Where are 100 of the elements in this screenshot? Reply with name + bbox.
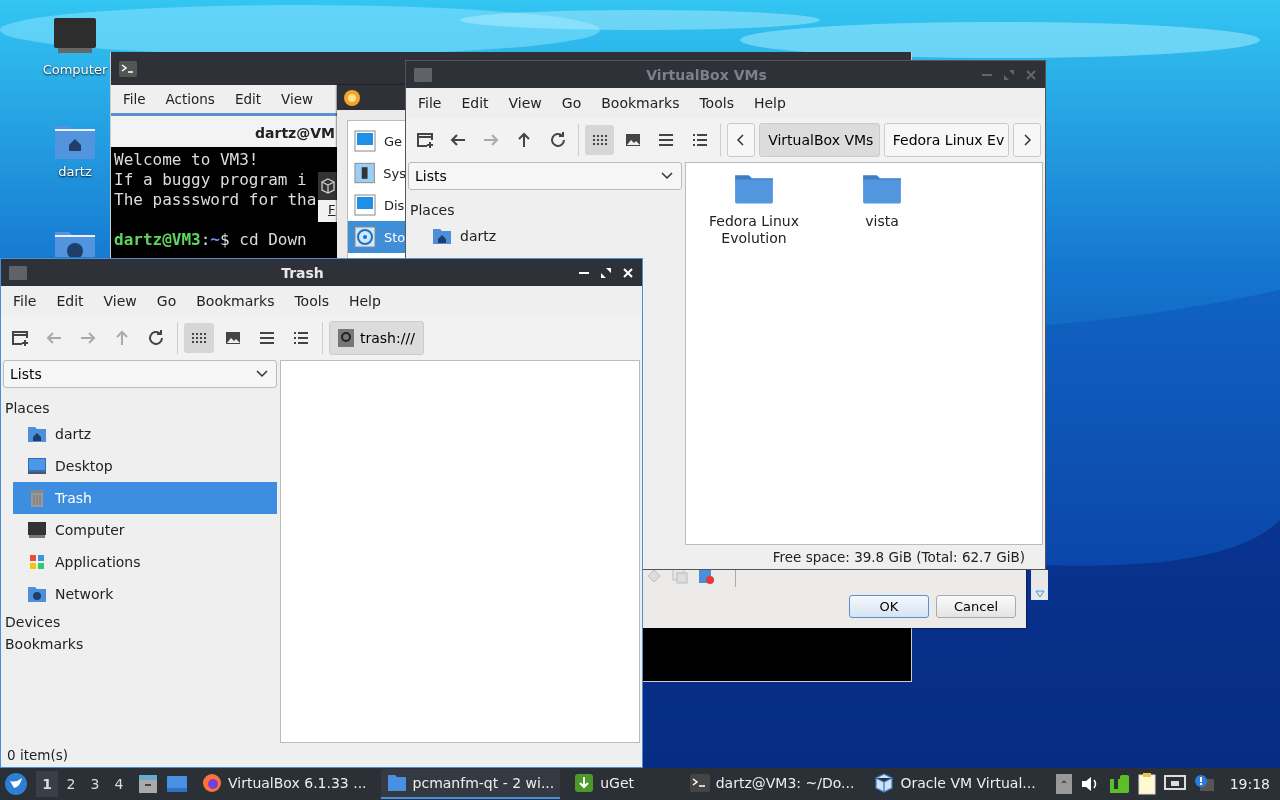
chevron-down-icon xyxy=(256,370,268,378)
image-icon xyxy=(625,133,642,147)
home-folder-icon xyxy=(27,424,47,444)
place-item[interactable]: Applications xyxy=(13,546,277,578)
section-heading[interactable]: Bookmarks xyxy=(3,632,277,654)
chip-icon xyxy=(354,162,376,184)
clipboard-icon[interactable] xyxy=(1137,773,1156,795)
menu-item[interactable]: View xyxy=(93,293,147,309)
new-tab-icon xyxy=(11,329,29,347)
menu-item[interactable]: Bookmarks xyxy=(186,293,285,309)
menu-item[interactable]: View xyxy=(271,91,324,107)
folder-name[interactable]: vista xyxy=(865,212,899,230)
menu-item[interactable]: Bookmarks xyxy=(591,95,690,111)
menu-item[interactable]: Go xyxy=(146,293,187,309)
menu-item[interactable]: File xyxy=(3,293,47,309)
dialog-button[interactable]: Cancel xyxy=(936,595,1016,618)
side-pane-dropdown[interactable]: Lists xyxy=(408,162,682,190)
menu-item[interactable]: Actions xyxy=(155,91,225,107)
computer-icon xyxy=(27,520,47,540)
menu-item[interactable]: F xyxy=(328,202,336,217)
folder-icon xyxy=(386,774,407,792)
menu-item[interactable]: Edit xyxy=(46,293,94,309)
monitor-icon xyxy=(354,130,376,152)
folder-name[interactable]: Fedora Linux Evolution xyxy=(700,212,808,247)
workspace-button[interactable]: 1 xyxy=(36,771,58,797)
scrollbar[interactable] xyxy=(1031,570,1048,600)
menu-item[interactable]: Edit xyxy=(224,91,272,107)
clock[interactable]: 19:18 xyxy=(1221,776,1276,792)
workspace-button[interactable]: 4 xyxy=(108,771,130,797)
removable-drive-icon[interactable] xyxy=(1055,774,1072,794)
terminal-line: Welcome to VM3! xyxy=(114,150,259,170)
path-button[interactable]: Fedora Linux Ev xyxy=(883,123,1009,157)
section-heading: Places xyxy=(409,201,456,220)
menu-item[interactable]: View xyxy=(498,95,552,111)
place-item[interactable]: dartz xyxy=(13,418,277,450)
menu-item[interactable]: Tools xyxy=(284,293,339,309)
window-title: VirtualBox VMs xyxy=(646,66,767,83)
bulleted-list-icon xyxy=(293,331,309,345)
taskbar-button[interactable]: uGet xyxy=(568,769,641,799)
workspace-button[interactable]: 2 xyxy=(60,771,82,797)
icon-view-button[interactable] xyxy=(184,323,214,353)
desktop-icon xyxy=(27,456,47,476)
terminal-line: If a buggy program i xyxy=(114,170,307,190)
section-heading: Places xyxy=(4,399,51,418)
network-icon[interactable] xyxy=(1163,775,1186,793)
maximize-icon[interactable] xyxy=(600,266,612,279)
network-folder-icon[interactable] xyxy=(54,230,96,257)
place-item[interactable]: Computer xyxy=(13,514,277,546)
uget-icon xyxy=(574,773,595,793)
down-arrow-icon xyxy=(1034,590,1045,598)
taskbar-button[interactable]: dartz@VM3: ~/Do... xyxy=(683,769,861,799)
taskbar-button[interactable]: Oracle VM Virtual... xyxy=(868,769,1042,799)
reload-icon xyxy=(548,131,567,149)
terminal-icon xyxy=(689,774,710,792)
file-cabinet-icon[interactable] xyxy=(138,774,158,794)
scroll-right-button[interactable] xyxy=(1013,123,1041,157)
place-item[interactable]: Desktop xyxy=(13,450,277,482)
terminal-tab[interactable]: dartz@VM xyxy=(111,122,335,141)
list-icon xyxy=(259,331,275,345)
start-menu-icon[interactable] xyxy=(4,772,28,796)
place-item[interactable]: Network xyxy=(13,578,277,610)
section-item[interactable]: Ge xyxy=(348,125,406,157)
place-item[interactable]: dartz xyxy=(418,220,682,252)
workspace-button[interactable]: 3 xyxy=(84,771,106,797)
disk-icon xyxy=(354,226,376,248)
home-folder-icon[interactable] xyxy=(54,124,96,160)
firefox-icon xyxy=(202,773,222,793)
menu-item[interactable]: Go xyxy=(551,95,592,111)
icon-view-button[interactable] xyxy=(585,125,615,155)
terminal-line: The passsword for tha xyxy=(114,190,317,210)
status-text: Free space: 39.8 GiB (Total: 62.7 GiB) xyxy=(771,548,1026,567)
side-pane-dropdown[interactable]: Lists xyxy=(3,360,277,388)
menu-item[interactable]: Help xyxy=(743,95,796,111)
menu-item[interactable]: Help xyxy=(338,293,391,309)
notification-icon[interactable] xyxy=(1193,774,1214,794)
taskbar-button[interactable]: pcmanfm-qt - 2 wi... xyxy=(380,769,561,799)
menu-item[interactable]: File xyxy=(113,91,156,107)
grid-icon xyxy=(591,134,608,146)
section-item[interactable]: Dis xyxy=(348,189,406,221)
section-item[interactable]: Sys xyxy=(348,157,406,189)
reload-icon xyxy=(147,329,165,347)
new-tab-icon xyxy=(415,131,434,149)
show-desktop-icon[interactable] xyxy=(166,774,188,794)
scroll-left-button[interactable] xyxy=(727,123,756,157)
menu-item[interactable]: Tools xyxy=(689,95,744,111)
taskbar-button[interactable]: VirtualBox 6.1.33 ... xyxy=(196,769,373,799)
terminal-prompt-line: dartz@VM3:~$ cd Down xyxy=(114,230,307,250)
network-folder-icon xyxy=(27,584,47,604)
path-button[interactable]: VirtualBox VMs xyxy=(759,123,880,157)
chevron-right-icon xyxy=(1023,134,1031,146)
section-heading[interactable]: Devices xyxy=(3,610,277,632)
chevron-down-icon xyxy=(661,172,673,180)
menu-item[interactable]: Edit xyxy=(451,95,499,111)
path-button[interactable]: trash:/// xyxy=(329,321,424,355)
grid-icon xyxy=(191,332,207,344)
bulleted-list-icon xyxy=(691,133,708,147)
dialog-button[interactable]: OK xyxy=(849,595,929,618)
menu-item[interactable]: File xyxy=(408,95,452,111)
cube-icon xyxy=(874,773,895,793)
uget-icon[interactable] xyxy=(1107,773,1130,795)
